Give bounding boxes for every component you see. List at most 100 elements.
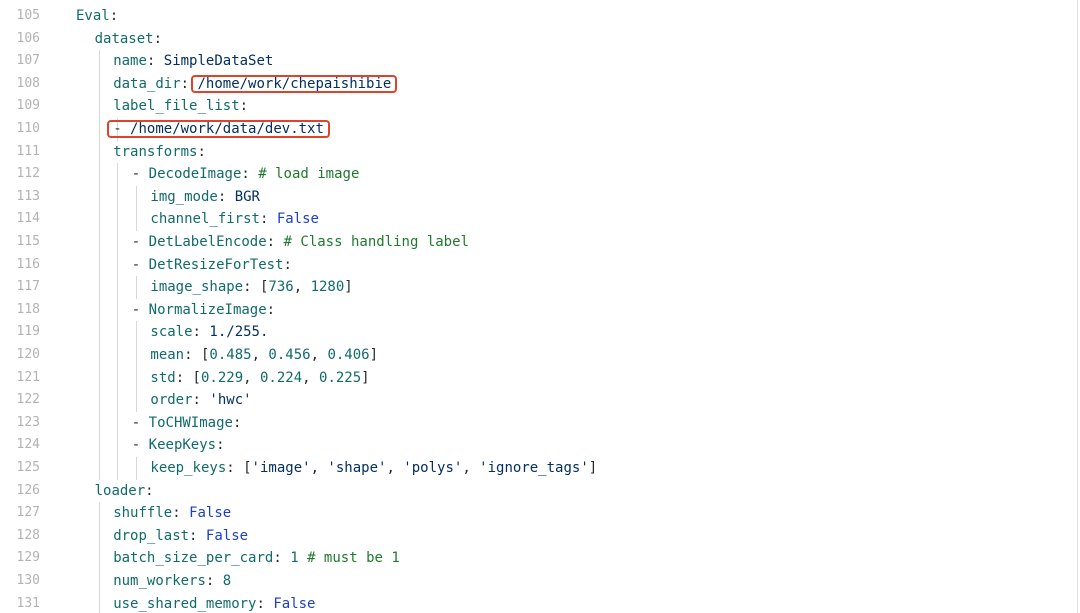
code-text: transforms: [113,141,206,164]
code-line[interactable]: 120 mean: [0.485, 0.456, 0.406] [0,344,1076,367]
token-key: use_shared_memory [113,595,257,612]
token-str: 'ignore_tags' [479,460,589,476]
token-punct: : [266,301,276,318]
token-punct: : [259,211,277,228]
token-key: keep_keys [150,460,227,476]
token-punct: - [131,256,149,273]
token-punct: , [243,369,260,386]
line-number: 116 [16,256,40,272]
line-number: 107 [16,53,40,69]
code-text: - DecodeImage: # load image [132,163,360,186]
token-key: DetResizeForTest [148,256,284,273]
code-line[interactable]: 122 order: 'hwc' [0,389,1076,412]
token-punct: , [310,347,328,363]
token-punct: : [197,143,206,160]
token-punct: : [ [175,369,201,386]
indent-guide [98,208,100,231]
indent-guide [117,321,119,344]
code-line[interactable]: 130 num_workers: 8 [0,570,1076,593]
code-line[interactable]: 117 image_shape: [736, 1280] [0,276,1076,299]
token-punct: - [131,437,149,454]
code-text: use_shared_memory: False [113,593,315,613]
code-line[interactable]: 127 shuffle: False [0,502,1076,525]
token-num: 0.229 [200,369,244,386]
token-num: 0.406 [327,347,370,363]
line-number: 125 [16,460,40,475]
token-punct: : [146,53,164,70]
token-punct: , [310,460,328,476]
code-text: channel_first: False [150,208,319,231]
code-line[interactable]: 115 - DetLabelEncode: # Class handling la… [0,231,1076,254]
token-key: mean [150,347,185,363]
code-line[interactable]: 121 std: [0.229, 0.224, 0.225] [0,366,1076,390]
line-number: 113 [16,188,40,204]
token-punct: - [131,301,149,318]
token-key: img_mode [150,188,218,205]
code-line[interactable]: 109 label_file_list: [0,95,1076,118]
indent-guide [98,298,100,322]
line-number: 130 [16,573,40,588]
token-cmt: # must be 1 [307,550,400,567]
code-text: Eval: [76,5,118,28]
indent-guide [98,50,100,73]
indent-guide [98,185,100,209]
token-punct: : [192,324,210,341]
code-line[interactable]: 129 batch_size_per_card: 1 # must be 1 [0,547,1076,570]
code-line[interactable]: 119 scale: 1./255. [0,321,1076,344]
token-key: transforms [113,143,198,160]
indent-guide [98,457,100,480]
code-line[interactable]: 116 - DetResizeForTest: [0,253,1076,277]
code-line[interactable]: 118 - NormalizeImage: [0,298,1076,322]
code-text: img_mode: BGR [150,186,260,209]
code-line[interactable]: 125 keep_keys: ['image', 'shape', 'polys'… [0,457,1076,480]
code-text: num_workers: 8 [113,570,231,593]
code-line[interactable]: 123 - ToCHWImage: [0,411,1076,435]
code-line[interactable]: 126 loader: [0,480,1076,503]
code-text: - ToCHWImage: [132,412,242,435]
indent-guide [117,411,119,435]
indent-guide [98,118,100,141]
token-bool: False [276,211,319,228]
token-punct: , [302,369,320,386]
token-punct: : [283,256,292,273]
token-punct [299,550,307,566]
token-key: num_workers [113,573,206,589]
code-line[interactable]: 114 channel_first: False [0,208,1076,231]
token-key: name [113,53,147,70]
indent-guide [98,344,100,367]
indent-guide [117,344,119,367]
code-line[interactable]: 113 img_mode: BGR [0,185,1076,209]
token-punct: : [189,527,206,544]
token-num: 736 [268,279,294,296]
token-bool: False [189,505,232,522]
code-editor[interactable]: 105 Eval: 106 dataset: 107 name: SimpleDataSe… [0,0,1080,613]
code-line[interactable]: 111 transforms: [0,140,1076,164]
indent-guide [98,570,100,593]
token-punct: : [256,595,274,612]
code-line[interactable]: 106 dataset: [0,28,1076,51]
code-line[interactable]: 112 - DecodeImage: # load image [0,163,1076,186]
token-punct: : [273,550,291,567]
code-text: shuffle: False [113,502,231,525]
indent-guide [117,208,119,231]
code-text: scale: 1./255. [150,321,268,344]
token-key: ToCHWImage [148,414,233,431]
code-line[interactable]: 124 - KeepKeys: [0,434,1076,457]
token-punct: : [ [226,460,252,476]
code-line[interactable]: 107 name: SimpleDataSet [0,50,1076,73]
indent-guide [98,140,100,164]
code-text: - NormalizeImage: [132,299,275,322]
line-number: 128 [16,527,40,543]
token-punct: : [205,573,223,589]
code-line[interactable]: 131 use_shared_memory: False [0,592,1076,613]
line-number: 123 [16,414,40,430]
code-line[interactable]: 105 Eval: [0,5,1076,28]
code-line[interactable]: 108 data_dir: /home/work/chepaishibie [0,72,1076,96]
token-num: 0.456 [268,347,311,363]
code-text: label_file_list: [113,95,248,118]
code-text: image_shape: [736, 1280] [150,276,352,299]
indent-guide [98,253,100,277]
token-punct: : [216,437,225,454]
code-line[interactable]: 128 drop_last: False [0,524,1076,548]
token-str: 1./255. [209,324,269,341]
